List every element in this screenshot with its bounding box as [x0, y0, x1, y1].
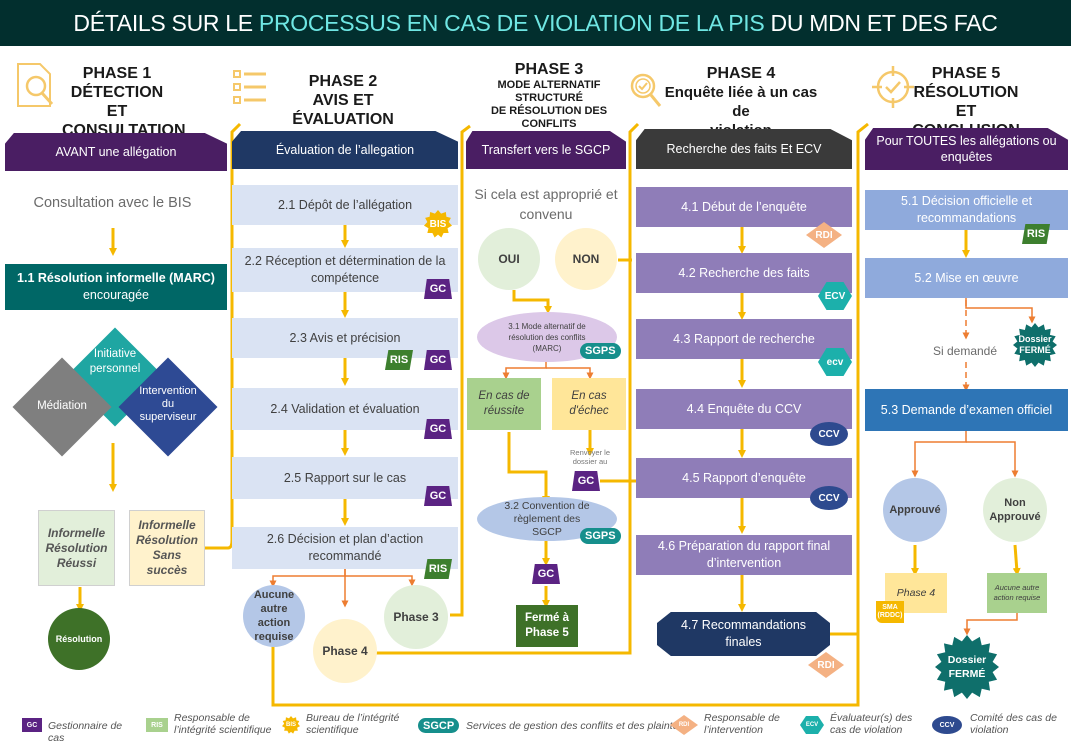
legend-gc-label: Gestionnaire de cas: [48, 720, 123, 744]
checklist-icon: [232, 68, 268, 108]
informal-success: Informelle Résolution Réussi: [38, 510, 115, 586]
outcome-phase3: Phase 3: [384, 585, 448, 649]
legend-sgcp-tag: SGCP: [418, 718, 460, 733]
phase1-label: PHASE 1: [82, 65, 152, 82]
phase3-name-1: MODE ALTERNATIF STRUCTURÉ: [497, 79, 601, 104]
phase4-header: Recherche des faits Et ECV: [636, 129, 852, 169]
step-2-6: 2.6 Décision et plan d’action recommandé: [232, 527, 458, 569]
phase2-name: AVIS ET ÉVALUATION: [292, 92, 394, 128]
not-approved-circle: Non Approuvé: [983, 478, 1047, 542]
legend-ccv-tag: CCV: [932, 716, 962, 734]
phase5-header: Pour TOUTES les allégations ou enquêtes: [865, 128, 1068, 170]
outcome-no-action: Aucune autre action requise: [243, 585, 305, 647]
phase4-name-1: Enquête liée à un cas de: [664, 84, 818, 120]
dossier-closed-bottom: Dossier FERMÉ: [935, 635, 999, 699]
ccv-tag: CCV: [810, 422, 848, 446]
document-search-icon: [14, 62, 56, 110]
gc-tag: GC: [424, 419, 452, 439]
step-4-7: 4.7 Recommandations finales: [657, 612, 830, 656]
legend-rdi-tag: RDI: [670, 715, 698, 735]
legend-bis-tag: BIS: [282, 716, 300, 734]
legend-rdi-label: Responsable de l’intervention: [704, 712, 780, 736]
no-circle: NON: [555, 228, 617, 290]
diamond-initiative-label: Initiative personnel: [89, 348, 141, 375]
phase5-name-1: RÉSOLUTION ET: [913, 84, 1019, 120]
step-4-7-line2: finales: [725, 635, 762, 649]
sgps-tag: SGPS: [580, 528, 621, 544]
gc-tag: GC: [424, 279, 452, 299]
phase2-label: PHASE 2: [308, 73, 378, 90]
step-2-5: 2.5 Rapport sur le cas: [232, 457, 458, 499]
diamond-intervention-label: Intervention du superviseur: [139, 385, 197, 423]
legend-bis-label: Bureau de l’intégrité scientifique: [306, 712, 400, 736]
phase4-title: PHASE 4 Enquête liée à un cas de violati…: [660, 64, 822, 140]
ccv-tag: CCV: [810, 486, 848, 510]
step-2-4: 2.4 Validation et évaluation: [232, 388, 458, 430]
step-5-2: 5.2 Mise en œuvre: [865, 258, 1068, 298]
title-highlight: PROCESSUS EN CAS DE VIOLATION DE LA PIS: [258, 9, 765, 36]
title-suffix: DU MDN ET DES FAC: [764, 9, 998, 36]
sgps-tag: SGPS: [580, 343, 621, 359]
page-title-banner: DÉTAILS SUR LE PROCESSUS EN CAS DE VIOLA…: [0, 0, 1071, 46]
step-4-3: 4.3 Rapport de recherche: [636, 319, 852, 359]
gc-tag: GC: [424, 350, 452, 370]
step-4-6: 4.6 Préparation du rapport final d’inter…: [636, 535, 852, 575]
legend-gc-tag: GC: [22, 718, 42, 732]
phase2-header: Évaluation de l’allegation: [232, 131, 458, 169]
legend-ecv-label: Évaluateur(s) des cas de violation: [830, 712, 913, 736]
gc-tag: GC: [424, 486, 452, 506]
ris-tag: RIS: [1022, 224, 1050, 244]
step-4-1: 4.1 Début de l’enquête: [636, 187, 852, 227]
step-2-1: 2.1 Dépôt de l’allégation: [232, 185, 458, 225]
magnifier-check-icon: [628, 72, 662, 108]
sma-tag: SMA (RDDC): [876, 601, 904, 623]
legend: GC Gestionnaire de cas RIS Responsable d…: [0, 712, 1071, 744]
legend-ris-label: Responsable de l’intégrité scientifique: [174, 712, 272, 736]
legend-sgcp-label: Services de gestion des conflits et des …: [466, 720, 684, 732]
phase3-condition: Si cela est approprié et convenu: [474, 186, 618, 222]
informal-failure: Informelle Résolution Sans succès: [129, 510, 205, 586]
closed-to-phase5: Fermé à Phase 5: [516, 605, 578, 647]
phase1-header: AVANT une allégation: [5, 133, 227, 171]
step-2-2: 2.2 Réception et détermination de la com…: [232, 248, 458, 292]
diamond-mediation-label: Médiation: [37, 400, 87, 412]
consultation-bis: Consultation avec le BIS: [33, 195, 192, 211]
step-4-7-line1: 4.7 Recommandations: [680, 618, 807, 632]
phase1-name-1: DÉTECTION ET: [70, 84, 164, 120]
step-5-3: 5.3 Demande d’examen officiel: [865, 389, 1068, 431]
phase2-title: PHASE 2 AVIS ET ÉVALUATION: [268, 72, 418, 129]
step-4-2: 4.2 Recherche des faits: [636, 253, 852, 293]
phase3-failure: En cas d'échec: [552, 378, 626, 430]
return-note: Renvoyer le dossier au: [569, 448, 611, 466]
phase3-header: Transfert vers le SGCP: [466, 131, 626, 169]
phase1-title: PHASE 1 DÉTECTION ET CONSULTATION: [62, 64, 186, 140]
legend-ccv-label: Comité des cas de violation: [970, 712, 1057, 736]
if-requested: Si demandé: [932, 344, 998, 358]
step-2-3: 2.3 Avis et précision: [232, 318, 458, 358]
yes-circle: OUI: [478, 228, 540, 290]
approved-circle: Approuvé: [883, 478, 947, 542]
step-1-1: 1.1 Résolution informelle (MARC) encoura…: [5, 264, 227, 310]
legend-ecv-tag: ECV: [800, 716, 824, 734]
outcome-phase4: Phase 4: [313, 619, 377, 683]
step-1-1-sub: encouragée: [82, 288, 150, 302]
phase5-label: PHASE 5: [931, 65, 1001, 82]
phase3-label: PHASE 3: [514, 61, 584, 78]
phase3-name-2: DE RÉSOLUTION DES CONFLITS: [490, 105, 608, 130]
step-1-1-title: 1.1 Résolution informelle (MARC): [17, 271, 215, 285]
resolution-circle: Résolution: [48, 608, 110, 670]
title-prefix: DÉTAILS SUR LE: [73, 9, 259, 36]
no-further-action: Aucune autre action requise: [987, 573, 1047, 613]
phase4-label: PHASE 4: [706, 65, 776, 82]
gc-tag: GC: [532, 564, 560, 584]
phase3-success: En cas de réussite: [467, 378, 541, 430]
dossier-closed-top: Dossier FERMÉ: [1013, 323, 1057, 367]
ris-tag: RIS: [424, 559, 452, 579]
gc-tag: GC: [572, 471, 600, 491]
ris-tag: RIS: [385, 350, 413, 370]
legend-ris-tag: RIS: [146, 718, 168, 732]
